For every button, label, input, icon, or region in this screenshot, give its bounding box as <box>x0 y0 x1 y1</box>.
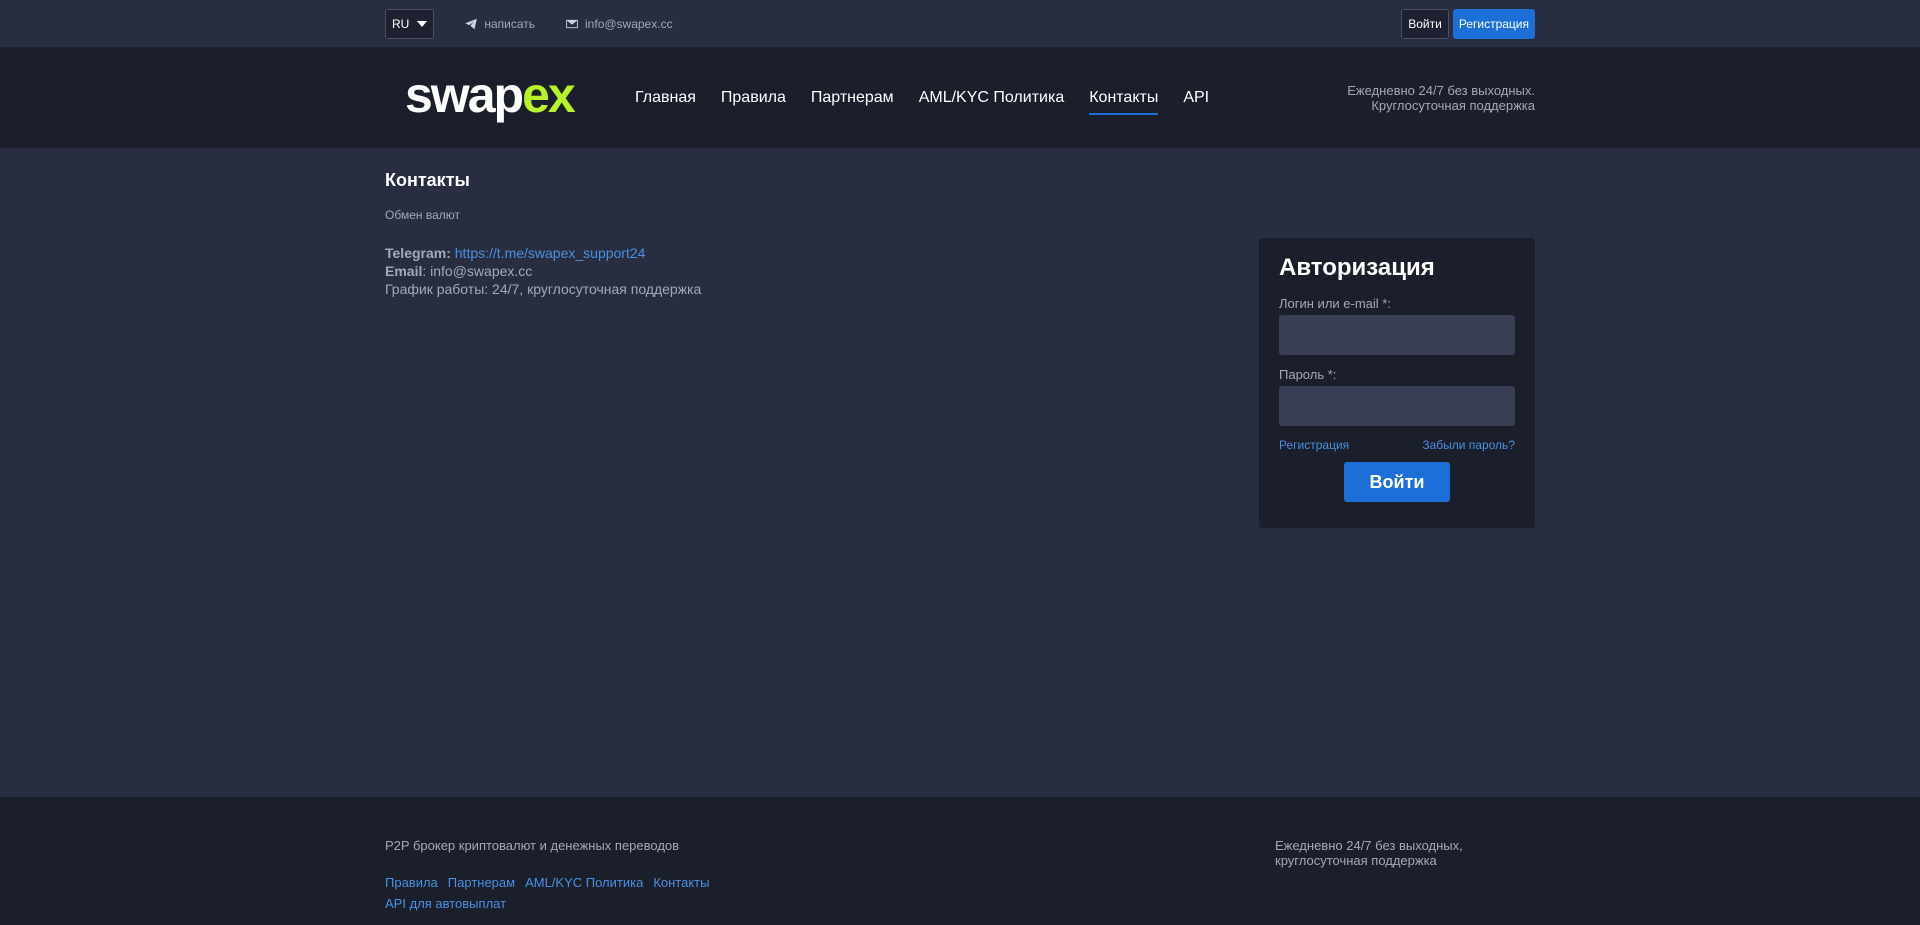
nav-item-home[interactable]: Главная <box>635 81 696 115</box>
footer-note-line1: Ежедневно 24/7 без выходных, <box>1275 838 1463 853</box>
login-button[interactable]: Войти <box>1401 9 1449 39</box>
header: swapex Главная Правила Партнерам AML/KYC… <box>0 48 1920 148</box>
email-label: info@swapex.cc <box>585 17 673 31</box>
login-input[interactable] <box>1279 315 1515 355</box>
password-input[interactable] <box>1279 386 1515 426</box>
auth-links: Регистрация Забыли пароль? <box>1279 438 1515 452</box>
email-line-label: Email <box>385 263 423 279</box>
support-note-line1: Ежедневно 24/7 без выходных. <box>1347 83 1535 98</box>
telegram-link[interactable]: https://t.me/swapex_support24 <box>455 245 646 261</box>
language-select[interactable]: RU <box>385 9 435 39</box>
swapex-logo[interactable]: swapex <box>405 68 617 128</box>
chevron-down-icon <box>417 21 428 27</box>
write-link[interactable]: написать <box>464 17 535 31</box>
page-title: Контакты <box>385 170 470 190</box>
nav-item-aml-kyc[interactable]: AML/KYC Политика <box>919 81 1065 115</box>
auth-register-link[interactable]: Регистрация <box>1279 438 1349 452</box>
footer-links: Правила Партнерам AML/KYC Политика Конта… <box>385 875 1535 890</box>
language-value: RU <box>392 17 410 31</box>
telegram-icon <box>465 18 478 30</box>
nav-item-contacts[interactable]: Контакты <box>1089 81 1159 115</box>
footer-link-rules[interactable]: Правила <box>385 875 438 890</box>
footer: P2P брокер криптовалют и денежных перево… <box>0 797 1920 925</box>
auth-title: Авторизация <box>1279 254 1435 281</box>
auth-submit-button[interactable]: Войти <box>1344 462 1450 502</box>
footer-link-contacts[interactable]: Контакты <box>653 875 709 890</box>
footer-links-row2: API для автовыплат <box>385 896 1535 911</box>
support-note-line2: Круглосуточная поддержка <box>1371 98 1535 113</box>
main-content: Контакты Обмен валют Telegram: https://t… <box>0 148 1920 798</box>
support-note: Ежедневно 24/7 без выходных. Круглосуточ… <box>1347 83 1535 113</box>
auth-panel: Авторизация Логин или e-mail *: Пароль *… <box>1259 238 1535 528</box>
svg-text:swapex: swapex <box>405 68 576 123</box>
main-nav: Главная Правила Партнерам AML/KYC Полити… <box>635 81 1209 115</box>
mail-icon <box>566 19 578 29</box>
login-field-label: Логин или e-mail *: <box>1279 296 1391 311</box>
footer-note-line2: круглосуточная поддержка <box>1275 853 1437 868</box>
top-bar: RU написать info@swapex.cc Войти Регистр… <box>0 0 1920 48</box>
footer-link-api[interactable]: API для автовыплат <box>385 896 506 911</box>
top-auth-buttons: Войти Регистрация <box>1401 9 1535 39</box>
footer-link-partners[interactable]: Партнерам <box>448 875 515 890</box>
nav-item-partners[interactable]: Партнерам <box>811 81 894 115</box>
password-field-label: Пароль *: <box>1279 367 1337 382</box>
footer-support-note: Ежедневно 24/7 без выходных, круглосуточ… <box>1275 838 1463 868</box>
register-button[interactable]: Регистрация <box>1452 9 1535 39</box>
footer-link-aml-kyc[interactable]: AML/KYC Политика <box>525 875 643 890</box>
nav-item-rules[interactable]: Правила <box>721 81 786 115</box>
email-line-value: : info@swapex.cc <box>422 263 533 279</box>
page-subtitle: Обмен валют <box>385 208 460 222</box>
write-label: написать <box>484 17 536 31</box>
email-link[interactable]: info@swapex.cc <box>565 17 673 31</box>
nav-item-api[interactable]: API <box>1183 81 1209 115</box>
forgot-password-link[interactable]: Забыли пароль? <box>1422 438 1515 452</box>
telegram-label: Telegram: <box>385 245 451 261</box>
